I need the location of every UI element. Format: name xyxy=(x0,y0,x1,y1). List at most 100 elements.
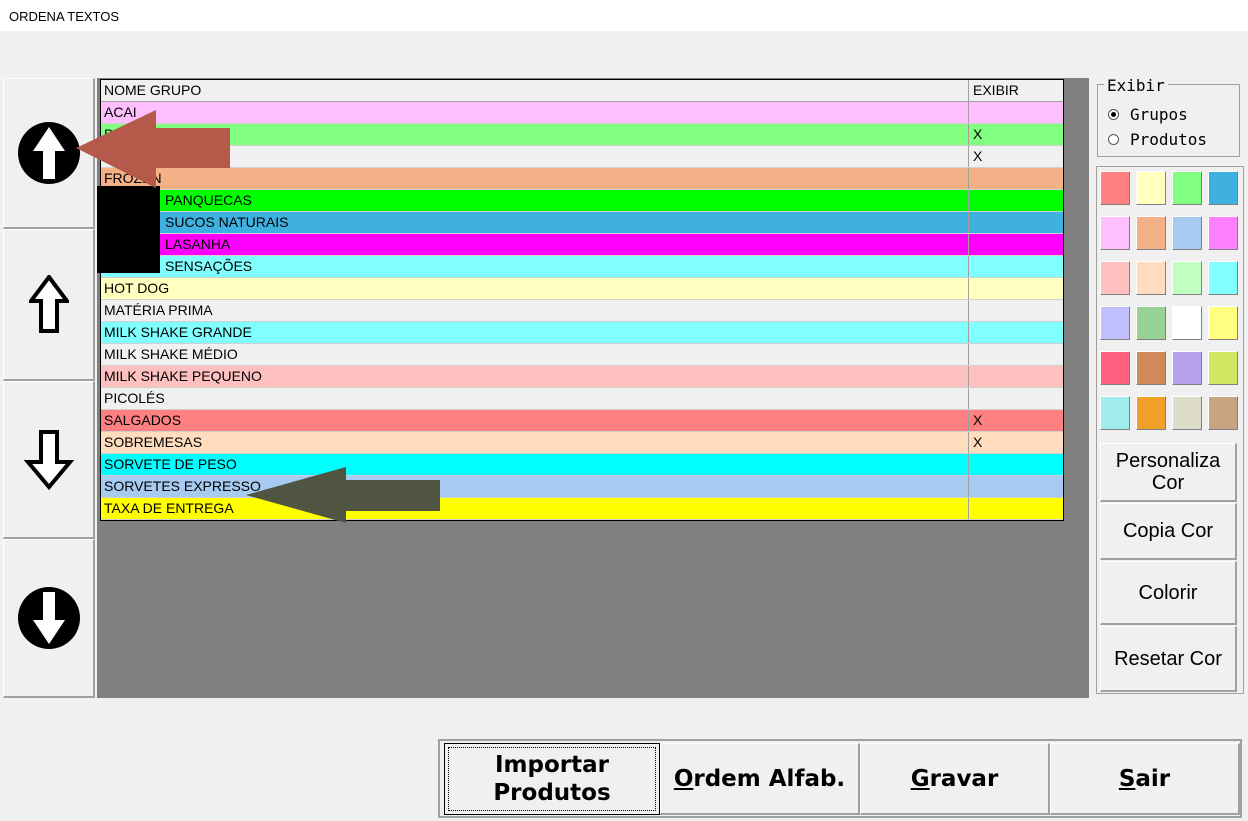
cell-exibir xyxy=(969,388,1063,409)
cell-nome-grupo: MILK SHAKE MÉDIO xyxy=(101,344,969,365)
cell-exibir: X xyxy=(973,434,983,450)
cell-exibir xyxy=(969,454,1063,475)
move-to-bottom-button[interactable] xyxy=(3,539,95,698)
cell-exibir xyxy=(969,190,1063,211)
cell-nome-grupo: SALGADOS xyxy=(101,410,969,431)
color-swatch[interactable] xyxy=(1208,261,1238,295)
column-header-exibir[interactable]: EXIBIR xyxy=(969,80,1063,101)
move-up-button[interactable] xyxy=(3,229,95,381)
color-swatch[interactable] xyxy=(1136,261,1166,295)
cell-exibir xyxy=(969,212,1063,233)
table-row[interactable]: BEBIDASX xyxy=(101,124,1063,146)
cell-exibir: X xyxy=(973,126,983,142)
table-row[interactable]: SENSAÇÕES xyxy=(101,256,1063,278)
table-row[interactable]: MILK SHAKE GRANDE xyxy=(101,322,1063,344)
title-bar: ORDENA TEXTOS xyxy=(0,0,1248,32)
table-row[interactable]: SALGADOS X xyxy=(101,410,1063,432)
color-swatch[interactable] xyxy=(1172,306,1202,340)
color-swatch[interactable] xyxy=(1172,171,1202,205)
color-swatch[interactable] xyxy=(1136,216,1166,250)
color-swatch[interactable] xyxy=(1208,306,1238,340)
window-title: ORDENA TEXTOS xyxy=(9,9,120,24)
color-swatch[interactable] xyxy=(1100,216,1130,250)
sair-button[interactable]: Sair xyxy=(1050,743,1240,815)
radio-label-produtos: Produtos xyxy=(1130,130,1208,149)
color-swatch[interactable] xyxy=(1100,351,1130,385)
radio-dot-produtos xyxy=(1108,134,1119,145)
color-swatch[interactable] xyxy=(1136,351,1166,385)
green-arrow-shape xyxy=(246,467,440,523)
cell-exibir xyxy=(969,344,1063,365)
red-annotation-arrow-icon xyxy=(76,110,230,188)
ordem-alfab-button[interactable]: Ordem Alfab. xyxy=(660,743,860,815)
color-swatch[interactable] xyxy=(1100,261,1130,295)
table-row[interactable]: FROZEN xyxy=(101,168,1063,190)
cell-exibir xyxy=(969,102,1063,123)
table-row[interactable]: SUCOS NATURAIS xyxy=(101,212,1063,234)
table-row[interactable]: PANQUECAS xyxy=(101,190,1063,212)
cell-exibir xyxy=(969,234,1063,255)
sair-mnemonic: S xyxy=(1118,765,1136,792)
color-swatch[interactable] xyxy=(1136,306,1166,340)
gravar-label: Gravar xyxy=(911,765,999,793)
cell-exibir xyxy=(969,168,1063,189)
table-row[interactable]: MILK SHAKE PEQUENO xyxy=(101,366,1063,388)
color-swatch[interactable] xyxy=(1208,351,1238,385)
color-swatch[interactable] xyxy=(1208,396,1238,430)
radio-dot-grupos xyxy=(1108,109,1119,120)
cell-exibir xyxy=(969,366,1063,387)
table-row[interactable]: LASANHA xyxy=(101,234,1063,256)
cell-nome-grupo: HOT DOG xyxy=(101,278,969,299)
radio-produtos[interactable]: Produtos xyxy=(1108,130,1207,149)
cell-nome-grupo: PANQUECAS xyxy=(101,190,969,211)
table-row[interactable]: HOT DOG xyxy=(101,278,1063,300)
red-arrow-shape xyxy=(76,110,230,188)
color-swatch[interactable] xyxy=(1136,396,1166,430)
color-swatch[interactable] xyxy=(1172,351,1202,385)
cell-nome-grupo: SORVETES EXPRESSO xyxy=(101,476,969,497)
exibir-legend: Exibir xyxy=(1104,76,1168,95)
ordem-label-rest: rdem Alfab. xyxy=(693,765,846,792)
table-row[interactable]: ACAI xyxy=(101,102,1063,124)
color-swatch[interactable] xyxy=(1208,171,1238,205)
table-row[interactable]: MILK SHAKE MÉDIO xyxy=(101,344,1063,366)
exibir-groupbox: Exibir Grupos Produtos xyxy=(1097,76,1240,157)
cell-nome-grupo: LASANHA xyxy=(101,234,969,255)
radio-grupos[interactable]: Grupos xyxy=(1108,105,1188,124)
table-row[interactable]: SOBREMESAS X xyxy=(101,432,1063,454)
color-swatch[interactable] xyxy=(1100,171,1130,205)
cell-nome-grupo: TAXA DE ENTREGA xyxy=(101,498,969,519)
radio-label-grupos: Grupos xyxy=(1130,105,1188,124)
cell-exibir xyxy=(969,300,1063,321)
table-row[interactable]: X xyxy=(101,146,1063,168)
cell-nome-grupo: MILK SHAKE GRANDE xyxy=(101,322,969,343)
color-swatch[interactable] xyxy=(1136,171,1166,205)
ordem-alfab-label: Ordem Alfab. xyxy=(674,765,845,793)
color-swatch[interactable] xyxy=(1172,396,1202,430)
cell-nome-grupo: PICOLÉS xyxy=(101,388,969,409)
cell-exibir xyxy=(969,476,1063,497)
sair-label-rest: air xyxy=(1135,765,1171,792)
personaliza-cor-button[interactable]: Personaliza Cor xyxy=(1100,443,1237,502)
cell-nome-grupo: SENSAÇÕES xyxy=(101,256,969,277)
table-row[interactable]: MATÉRIA PRIMA xyxy=(101,300,1063,322)
green-annotation-arrow-icon xyxy=(246,467,440,523)
table-row[interactable]: PICOLÉS xyxy=(101,388,1063,410)
colorir-button[interactable]: Colorir xyxy=(1100,561,1237,625)
color-swatch[interactable] xyxy=(1172,261,1202,295)
importar-produtos-button[interactable]: Importar Produtos xyxy=(444,743,660,815)
cell-exibir: X xyxy=(973,148,983,164)
color-swatch[interactable] xyxy=(1208,216,1238,250)
bottom-button-bar: Importar Produtos Ordem Alfab. Gravar Sa… xyxy=(438,739,1242,818)
gravar-label-rest: ravar xyxy=(929,765,999,792)
move-down-button[interactable] xyxy=(3,381,95,539)
column-header-nome-grupo[interactable]: NOME GRUPO xyxy=(101,80,969,101)
color-swatch[interactable] xyxy=(1172,216,1202,250)
arrow-up-outline-icon xyxy=(28,274,69,333)
color-swatch[interactable] xyxy=(1100,396,1130,430)
resetar-cor-button[interactable]: Resetar Cor xyxy=(1100,626,1237,692)
copia-cor-button[interactable]: Copia Cor xyxy=(1100,503,1237,560)
gravar-button[interactable]: Gravar xyxy=(860,743,1050,815)
color-swatch[interactable] xyxy=(1100,306,1130,340)
groups-grid[interactable]: NOME GRUPO EXIBIR ACAIBEBIDASXXFROZENPAN… xyxy=(100,79,1064,521)
